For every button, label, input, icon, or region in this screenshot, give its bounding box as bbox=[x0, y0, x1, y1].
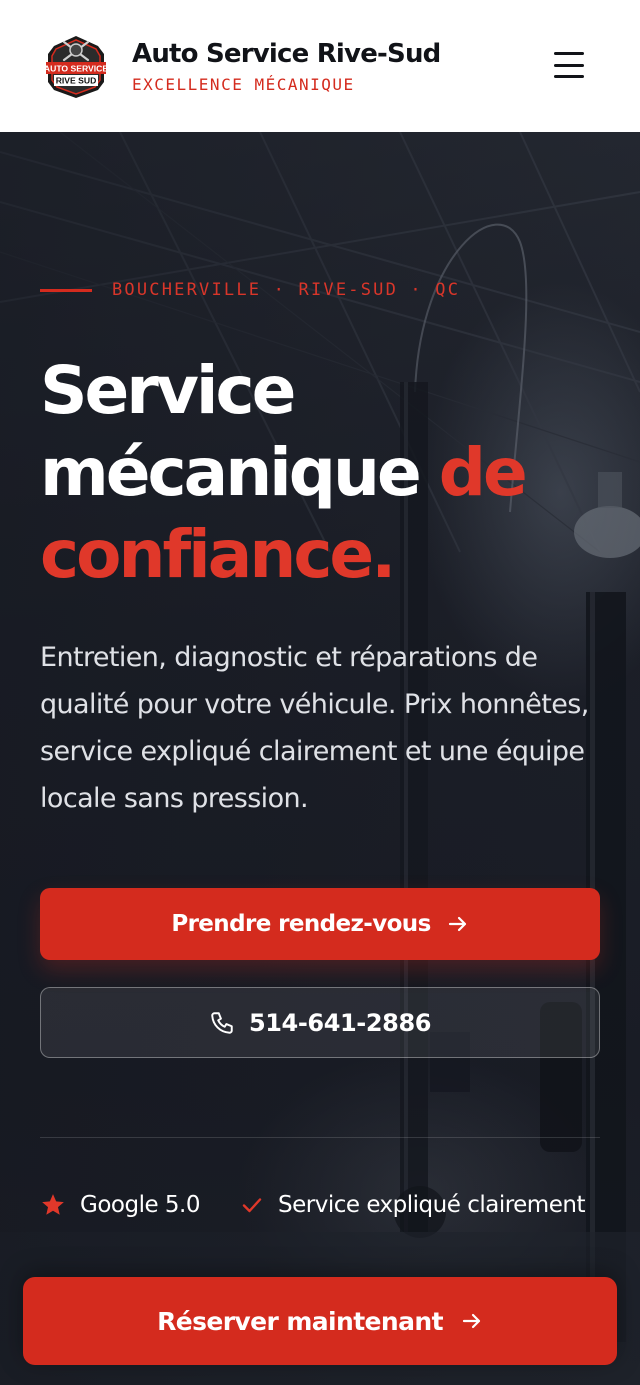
arrow-right-icon bbox=[461, 1310, 483, 1332]
company-logo[interactable]: AUTO SERVICE RIVE SUD bbox=[40, 32, 112, 100]
reserve-now-button[interactable]: Réserver maintenant bbox=[23, 1277, 617, 1365]
location-eyebrow: BOUCHERVILLE · RIVE-SUD · QC bbox=[40, 280, 460, 300]
star-icon bbox=[40, 1192, 66, 1218]
eyebrow-text: BOUCHERVILLE · RIVE-SUD · QC bbox=[112, 280, 461, 300]
eyebrow-accent-line bbox=[40, 288, 92, 292]
trust-label: Google 5.0 bbox=[80, 1192, 201, 1218]
brand-name: Auto Service Rive-Sud bbox=[132, 38, 441, 69]
arrow-right-icon bbox=[447, 913, 469, 935]
trust-clear-service: Service expliqué clairement bbox=[240, 1192, 585, 1218]
hero-description: Entretien, diagnostic et réparations de … bbox=[40, 642, 589, 814]
phone-icon bbox=[209, 1010, 235, 1036]
hamburger-menu-icon[interactable] bbox=[554, 50, 584, 80]
hero-headline: Service mécanique de confiance. bbox=[40, 350, 620, 596]
hero-section: BOUCHERVILLE · RIVE-SUD · QC Service méc… bbox=[0, 132, 640, 1385]
phone-number: 514-641-2886 bbox=[248, 1008, 432, 1037]
hero-divider bbox=[40, 1137, 600, 1138]
book-appointment-button[interactable]: Prendre rendez-vous bbox=[40, 888, 600, 960]
headline-accent-2: confiance. bbox=[40, 516, 396, 593]
trust-label: Service expliqué clairement bbox=[278, 1192, 585, 1218]
check-icon bbox=[240, 1193, 264, 1217]
call-phone-button[interactable]: 514-641-2886 bbox=[40, 987, 600, 1058]
brand[interactable]: Auto Service Rive-Sud EXCELLENCE MÉCANIQ… bbox=[132, 38, 441, 94]
headline-word-1: Service bbox=[40, 352, 296, 429]
book-appointment-label: Prendre rendez-vous bbox=[171, 911, 431, 937]
site-header: AUTO SERVICE RIVE SUD Auto Service Rive-… bbox=[0, 0, 640, 132]
trust-badges: Google 5.0 Service expliqué clairement bbox=[40, 1192, 620, 1218]
headline-word-2: mécanique bbox=[40, 434, 422, 511]
svg-text:AUTO SERVICE: AUTO SERVICE bbox=[44, 64, 108, 74]
headline-accent-1: de bbox=[438, 434, 528, 511]
svg-text:RIVE SUD: RIVE SUD bbox=[56, 76, 97, 86]
reserve-now-label: Réserver maintenant bbox=[157, 1306, 443, 1336]
trust-google-rating: Google 5.0 bbox=[40, 1192, 201, 1218]
brand-tagline: EXCELLENCE MÉCANIQUE bbox=[132, 74, 355, 94]
